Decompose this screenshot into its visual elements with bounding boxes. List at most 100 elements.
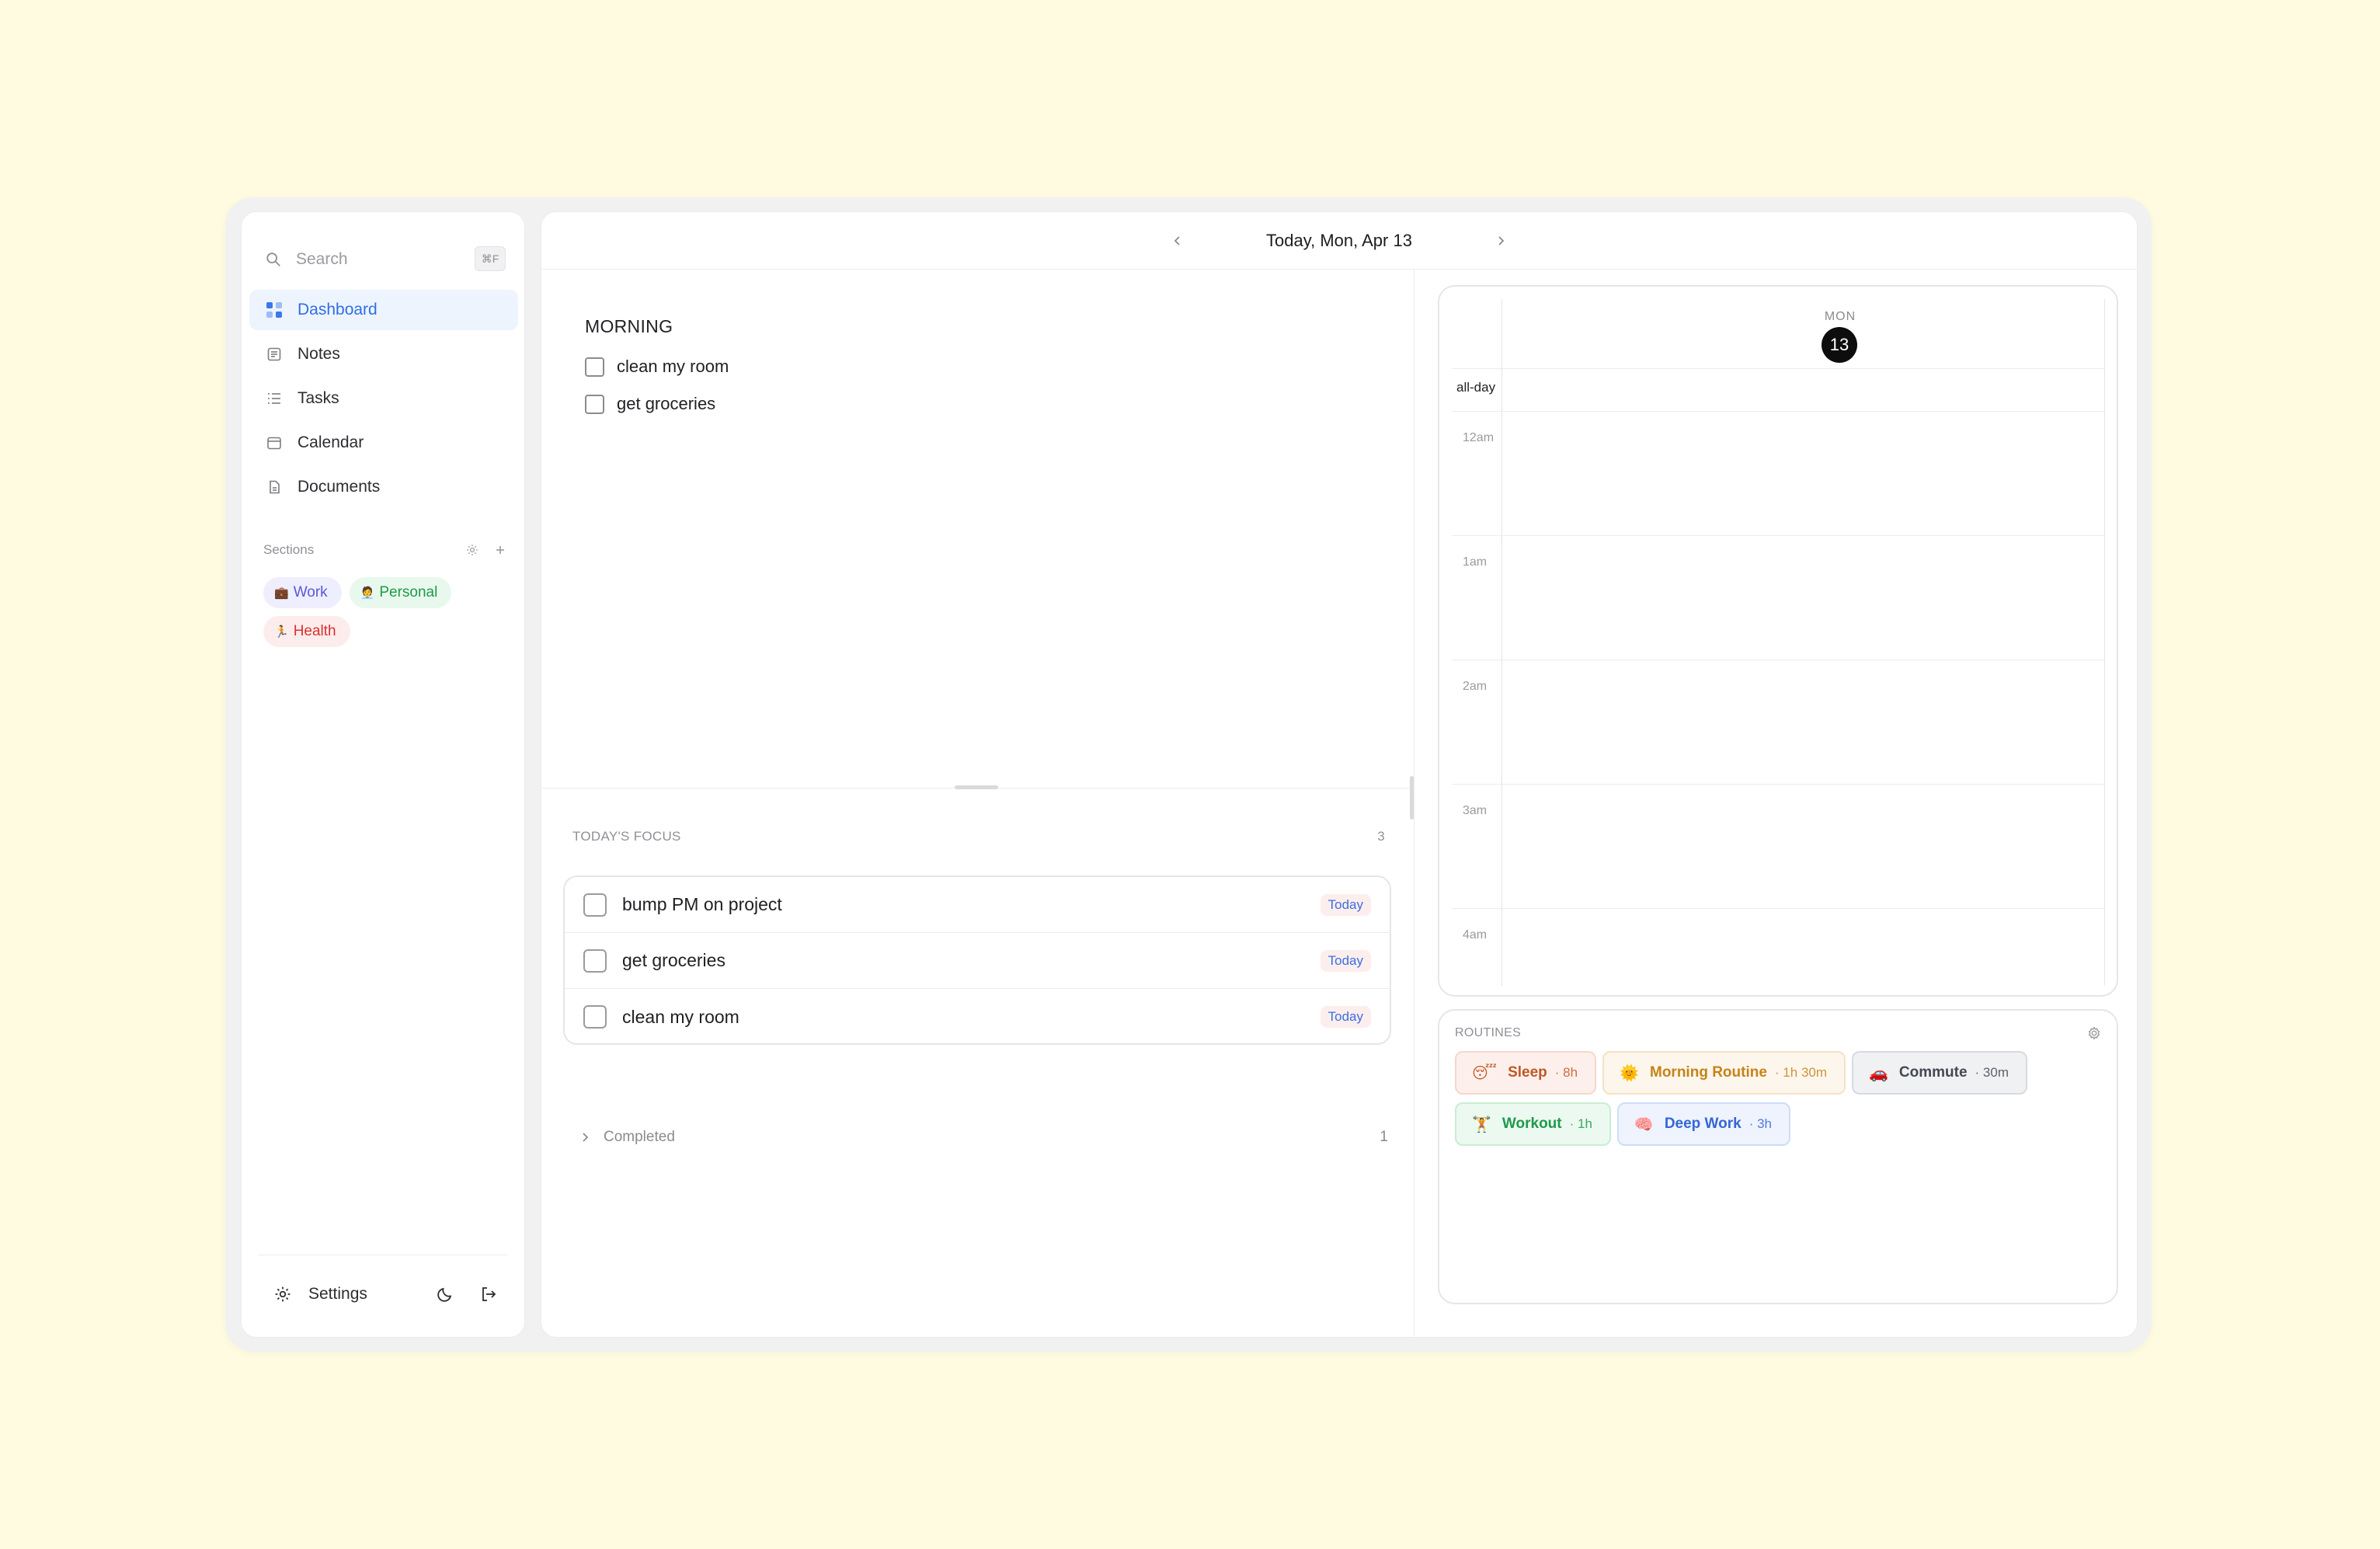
sleeping-face-icon: 😴 xyxy=(1472,1064,1498,1082)
routines-settings-button[interactable] xyxy=(2087,1026,2101,1040)
weightlifter-icon: 🏋 xyxy=(1472,1116,1491,1133)
routine-duration: · 1h xyxy=(1569,1116,1592,1131)
section-chip-work[interactable]: 💼 Work xyxy=(263,577,342,608)
routine-chip-workout[interactable]: 🏋 Workout · 1h xyxy=(1455,1102,1611,1146)
document-icon xyxy=(265,478,284,496)
due-badge: Today xyxy=(1320,1006,1371,1028)
routine-label: Sleep xyxy=(1508,1064,1547,1081)
day-calendar: MON 13 all-day 12am 1am 2am 3am 4am xyxy=(1438,285,2118,997)
note-heading: MORNING xyxy=(585,316,673,336)
note-checklist-item: get groceries xyxy=(585,394,715,414)
runner-icon: 🏃 xyxy=(274,625,289,639)
hour-line xyxy=(1452,784,2104,785)
day-number-badge[interactable]: 13 xyxy=(1822,327,1857,363)
sidebar-item-label: Calendar xyxy=(298,433,364,451)
sections-settings-button[interactable] xyxy=(464,541,481,559)
sidebar-item-notes[interactable]: Notes xyxy=(249,334,518,374)
add-section-button[interactable] xyxy=(492,541,509,559)
task-label: get groceries xyxy=(622,950,725,970)
focus-count: 3 xyxy=(1377,829,1385,844)
moon-icon xyxy=(437,1287,452,1302)
sidebar-item-label: Documents xyxy=(298,478,381,496)
logout-button[interactable] xyxy=(479,1285,498,1304)
section-chip-personal[interactable]: 🧑‍💼 Personal xyxy=(349,577,452,608)
routine-chip-sleep[interactable]: 😴 Sleep · 8h xyxy=(1455,1051,1597,1095)
settings-label: Settings xyxy=(308,1284,367,1303)
task-label: bump PM on project xyxy=(622,894,782,914)
settings-button[interactable]: Settings xyxy=(274,1285,367,1304)
search-input[interactable] xyxy=(296,250,451,269)
logout-icon xyxy=(482,1286,496,1301)
date-title: Today, Mon, Apr 13 xyxy=(1266,230,1412,250)
task-label: clean my room xyxy=(622,1006,739,1027)
routine-chip-deep-work[interactable]: 🧠 Deep Work · 3h xyxy=(1616,1102,1791,1146)
daily-note-editor[interactable]: MORNING clean my room get groceries xyxy=(541,270,1414,788)
task-checkbox[interactable] xyxy=(583,949,607,973)
note-icon xyxy=(265,345,284,364)
left-column: MORNING clean my room get groceries TODA… xyxy=(541,270,1414,1337)
routine-chips: 😴 Sleep · 8h 🌞 Morning Routine · 1h 30m … xyxy=(1455,1051,2092,1146)
routine-duration: · 8h xyxy=(1554,1065,1578,1080)
note-checkbox[interactable] xyxy=(585,394,604,414)
chevron-right-icon xyxy=(580,1132,590,1143)
routine-label: Morning Routine xyxy=(1650,1064,1767,1081)
section-chip-health[interactable]: 🏃 Health xyxy=(263,616,350,647)
task-row[interactable]: bump PM on project Today xyxy=(565,877,1390,933)
sidebar-item-label: Dashboard xyxy=(298,301,378,319)
focus-header: TODAY'S FOCUS 3 xyxy=(572,829,1388,844)
sun-icon: 🌞 xyxy=(1620,1064,1639,1082)
list-icon xyxy=(265,389,284,408)
task-checkbox[interactable] xyxy=(583,893,607,917)
briefcase-icon: 💼 xyxy=(274,587,289,600)
search-bar[interactable]: ⌘F xyxy=(262,242,509,277)
routines-panel: ROUTINES 😴 Sleep · 8h 🌞 Morning Routine xyxy=(1438,1009,2118,1304)
app-window: ⌘F Dashboard Notes Tasks xyxy=(225,197,2152,1352)
task-checkbox[interactable] xyxy=(583,1005,607,1029)
person-icon: 🧑‍💼 xyxy=(360,587,375,600)
note-item-label: clean my room xyxy=(617,357,729,376)
plus-icon xyxy=(496,546,504,554)
routine-chip-morning-routine[interactable]: 🌞 Morning Routine · 1h 30m xyxy=(1602,1051,1846,1095)
note-checkbox[interactable] xyxy=(585,357,604,377)
gear-icon xyxy=(2088,1026,2100,1040)
hour-label: 2am xyxy=(1463,680,1488,693)
hour-label: 4am xyxy=(1463,928,1488,942)
all-day-label: all-day xyxy=(1456,380,1496,395)
chevron-right-icon xyxy=(1498,235,1505,245)
calendar-day-header: MON 13 xyxy=(1452,299,2104,369)
calendar-icon xyxy=(265,433,284,452)
sidebar-nav: Dashboard Notes Tasks Calendar Documents xyxy=(249,290,518,511)
hour-label: 12am xyxy=(1463,431,1494,444)
completed-toggle[interactable]: Completed 1 xyxy=(580,1129,1388,1146)
routines-header: ROUTINES xyxy=(1455,1026,2101,1040)
due-badge: Today xyxy=(1320,949,1371,972)
dark-mode-toggle[interactable] xyxy=(436,1285,454,1304)
sidebar-footer: Settings xyxy=(259,1255,507,1332)
sidebar-item-tasks[interactable]: Tasks xyxy=(249,378,518,419)
routines-title: ROUTINES xyxy=(1455,1026,1522,1039)
previous-day-button[interactable] xyxy=(1164,227,1192,255)
task-row[interactable]: get groceries Today xyxy=(565,933,1390,989)
sidebar-item-calendar[interactable]: Calendar xyxy=(249,423,518,463)
car-icon: 🚗 xyxy=(1869,1064,1888,1082)
next-day-button[interactable] xyxy=(1487,227,1515,255)
completed-label: Completed xyxy=(604,1129,675,1145)
task-row[interactable]: clean my room Today xyxy=(565,989,1390,1043)
sections-label: Sections xyxy=(263,542,315,557)
sidebar-item-label: Tasks xyxy=(298,389,339,407)
brain-icon: 🧠 xyxy=(1634,1116,1654,1133)
section-chips: 💼 Work 🧑‍💼 Personal 🏃 Health xyxy=(263,577,512,647)
routine-chip-commute[interactable]: 🚗 Commute · 30m xyxy=(1852,1051,2028,1095)
vertical-resize-handle[interactable] xyxy=(1410,776,1414,820)
routine-label: Commute xyxy=(1898,1064,1968,1081)
note-checklist-item: clean my room xyxy=(585,357,729,377)
time-gutter-divider xyxy=(1501,299,1502,986)
sidebar-item-documents[interactable]: Documents xyxy=(249,467,518,507)
gear-icon xyxy=(274,1286,291,1303)
hour-line xyxy=(1452,908,2104,909)
horizontal-resize-handle[interactable] xyxy=(955,785,998,789)
all-day-divider xyxy=(1452,411,2104,412)
completed-count: 1 xyxy=(1380,1129,1388,1145)
calendar-right-border xyxy=(2104,299,2105,986)
sidebar-item-dashboard[interactable]: Dashboard xyxy=(249,290,518,330)
